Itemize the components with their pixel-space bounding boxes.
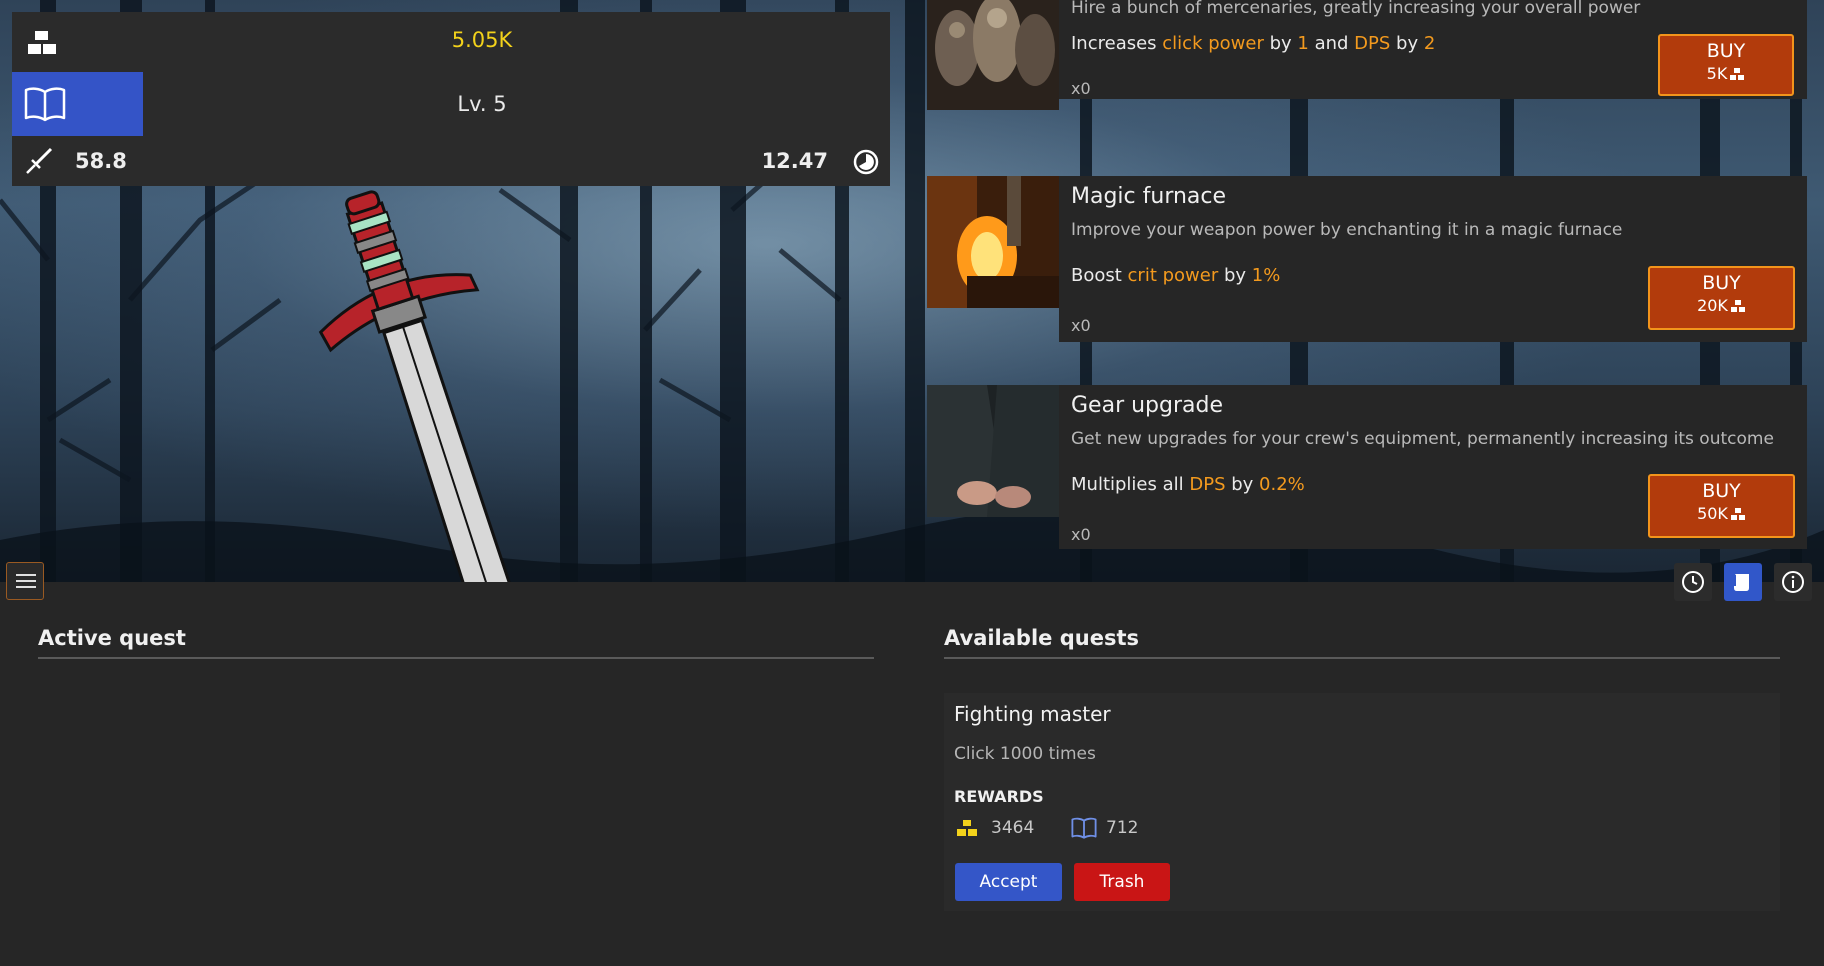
buy-label: BUY <box>1702 480 1741 502</box>
gold-bars-icon <box>1730 300 1745 312</box>
buy-label: BUY <box>1702 272 1741 294</box>
effect-highlight: crit power <box>1127 265 1219 286</box>
level-row: Lv. 5 <box>12 72 890 136</box>
upgrade-effect: Boost crit power by 1% <box>1071 265 1280 286</box>
upgrade-description: Get new upgrades for your crew's equipme… <box>1071 429 1774 449</box>
scroll-icon <box>1734 574 1749 591</box>
quest-description: Click 1000 times <box>954 744 1096 764</box>
effect-text: by <box>1263 33 1298 54</box>
gear-upgrade-image <box>927 385 1059 517</box>
effect-text: and <box>1308 33 1355 54</box>
reward-gold-amount: 3464 <box>991 818 1035 838</box>
buy-cost-value: 5K <box>1706 64 1728 83</box>
effect-text: by <box>1390 33 1424 54</box>
quests-button[interactable] <box>1724 563 1762 601</box>
buy-mercenaries-button[interactable]: BUY 5K <box>1658 34 1794 96</box>
hamburger-icon <box>16 580 36 582</box>
gold-row: 5.05K <box>12 12 890 72</box>
gold-bars-icon <box>957 820 977 836</box>
clock-icon <box>1682 571 1704 593</box>
gold-bars-icon <box>1730 508 1745 520</box>
buy-cost: 50K <box>1650 504 1793 523</box>
clock-pie-icon <box>853 149 879 175</box>
mercenaries-image <box>927 0 1059 110</box>
upgrade-title: Magic furnace <box>1071 184 1227 209</box>
buy-cost-value: 20K <box>1697 296 1728 315</box>
buy-label: BUY <box>1706 40 1746 62</box>
effect-text: Increases <box>1071 33 1163 54</box>
active-quest-divider <box>38 657 874 659</box>
available-quests-divider <box>944 657 1780 659</box>
trash-quest-button[interactable]: Trash <box>1074 863 1170 901</box>
buy-gear-upgrade-button[interactable]: BUY 50K <box>1648 474 1795 538</box>
upgrade-owned-count: x0 <box>1071 316 1091 335</box>
upgrade-description: Improve your weapon power by enchanting … <box>1071 220 1623 240</box>
reward-xp-amount: 712 <box>1106 818 1139 838</box>
upgrade-title: Gear upgrade <box>1071 393 1224 418</box>
history-button[interactable] <box>1674 563 1712 601</box>
quest-name: Fighting master <box>954 702 1111 726</box>
upgrade-effect: Increases click power by 1 and DPS by 2 <box>1071 33 1435 54</box>
level-label: Lv. 5 <box>457 92 507 116</box>
upgrade-owned-count: x0 <box>1071 525 1091 544</box>
effect-highlight: 0.2% <box>1259 474 1305 495</box>
buy-cost: 5K <box>1660 64 1792 83</box>
click-damage-value: 58.8 <box>75 149 127 173</box>
effect-highlight: 1% <box>1251 265 1281 286</box>
effect-highlight: click power <box>1162 33 1264 54</box>
buy-magic-furnace-button[interactable]: BUY 20K <box>1648 266 1795 330</box>
effect-highlight: 1 <box>1297 33 1309 54</box>
menu-button[interactable] <box>6 562 44 600</box>
info-button[interactable] <box>1774 563 1812 601</box>
effect-text: by <box>1218 265 1252 286</box>
stats-panel: 5.05K Lv. 5 58.8 12.47 <box>12 12 890 186</box>
effect-text: Multiplies all <box>1071 474 1190 495</box>
sword-clicker[interactable] <box>316 186 516 582</box>
effect-text: Boost <box>1071 265 1128 286</box>
rewards-label: REWARDS <box>954 787 1044 806</box>
sword-icon <box>26 147 53 174</box>
gold-amount: 5.05K <box>451 28 513 52</box>
hamburger-icon <box>16 586 36 588</box>
hamburger-icon <box>16 574 36 576</box>
damage-row: 58.8 12.47 <box>12 136 890 186</box>
upgrade-effect: Multiplies all DPS by 0.2% <box>1071 474 1305 495</box>
gold-bars-icon <box>1730 68 1745 80</box>
effect-highlight: DPS <box>1354 33 1391 54</box>
effect-highlight: DPS <box>1189 474 1226 495</box>
upgrade-owned-count: x0 <box>1071 79 1091 98</box>
dps-value: 12.47 <box>761 149 828 173</box>
buy-cost: 20K <box>1650 296 1793 315</box>
effect-highlight: 2 <box>1423 33 1436 54</box>
magic-furnace-image <box>927 176 1059 308</box>
book-icon <box>1071 817 1097 839</box>
info-icon <box>1782 571 1804 593</box>
effect-text: by <box>1225 474 1260 495</box>
accept-quest-button[interactable]: Accept <box>955 863 1062 901</box>
available-quests-title: Available quests <box>944 626 1139 650</box>
upgrade-description: Hire a bunch of mercenaries, greatly inc… <box>1071 0 1641 18</box>
quest-card: Fighting master Click 1000 times REWARDS… <box>944 693 1780 911</box>
active-quest-title: Active quest <box>38 626 186 650</box>
buy-cost-value: 50K <box>1697 504 1728 523</box>
